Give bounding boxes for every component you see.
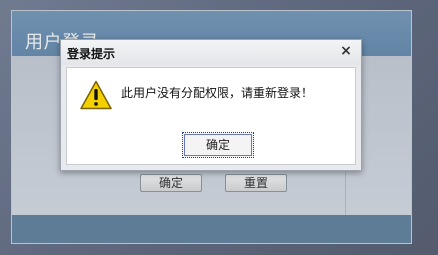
dialog-title: 登录提示 [67, 47, 116, 61]
dialog-titlebar[interactable]: 登录提示 × [61, 40, 361, 65]
page: 用户登录 确定 重置 登录提示 × 此用户没有分配权限，请重新登录！ 确定 [0, 0, 438, 255]
warning-icon [80, 80, 112, 110]
ok-button[interactable]: 确定 [182, 132, 254, 158]
dialog-message: 此用户没有分配权限，请重新登录！ [121, 86, 314, 100]
dialog-content: 此用户没有分配权限，请重新登录！ 确定 [66, 67, 356, 165]
close-icon[interactable]: × [338, 43, 354, 59]
alert-dialog: 登录提示 × 此用户没有分配权限，请重新登录！ 确定 [60, 39, 362, 171]
